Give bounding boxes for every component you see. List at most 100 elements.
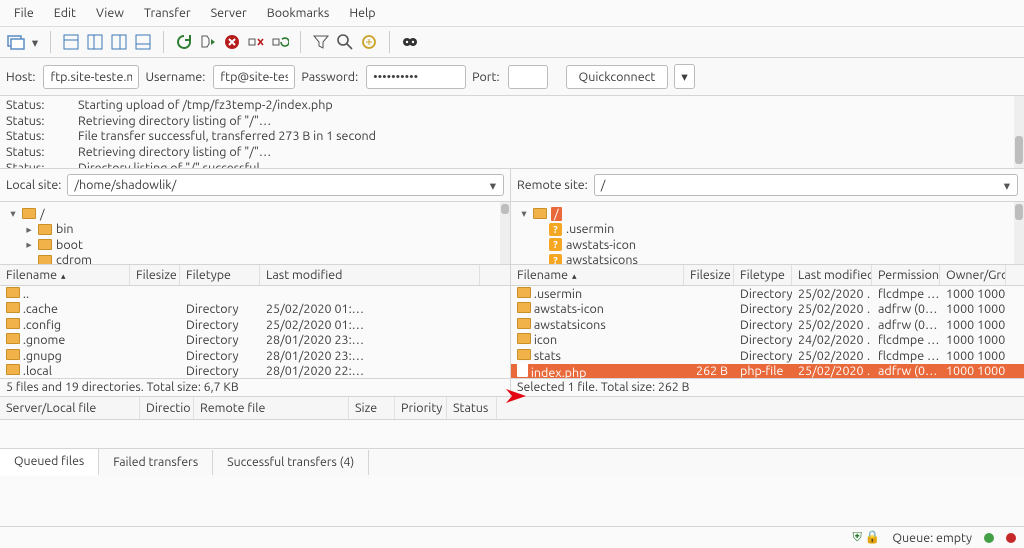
remote-tree-scrollbar[interactable] [1014,202,1024,264]
reconnect-icon[interactable] [270,32,290,52]
username-input[interactable] [213,65,295,89]
remote-status: Selected 1 file. Total size: 262 B [511,378,1024,396]
log-line: Status:Retrieving directory listing of "… [6,114,1018,130]
queue-head: Server/Local fileDirectioRemote fileSize… [0,397,1024,420]
col-filetype[interactable]: Filetype [180,265,260,285]
log-pane: Status:Starting upload of /tmp/fz3temp-2… [0,96,1024,169]
tree-row[interactable]: ?.usermin [519,222,1018,238]
log-scrollbar[interactable] [1014,96,1024,168]
local-status: 5 files and 19 directories. Total size: … [0,378,510,396]
queue-col[interactable]: Directio [140,397,194,419]
refresh-icon[interactable] [174,32,194,52]
table-row[interactable]: .gnomeDirectory28/01/2020 23:… [0,333,510,349]
menu-transfer[interactable]: Transfer [134,2,201,24]
queue-col[interactable]: Size [349,397,395,419]
quickconnect-bar: Host: Username: Password: Port: Quickcon… [0,58,1024,96]
menu-bookmarks[interactable]: Bookmarks [257,2,340,24]
table-row[interactable]: .configDirectory25/02/2020 01:… [0,317,510,333]
remote-tree[interactable]: ▾/?.usermin?awstats-icon?awstatsicons [511,202,1024,264]
local-pane: Local site: /home/shadowlik/ ▾/▸bin▸boot… [0,169,511,396]
table-row[interactable]: .cacheDirectory25/02/2020 01:… [0,302,510,318]
queue-tabs: Queued filesFailed transfersSuccessful t… [0,448,1024,475]
remote-pane: Remote site: / ▾/?.usermin?awstats-icon?… [511,169,1024,396]
port-input[interactable] [508,65,548,89]
tree-row[interactable]: cdrom [8,253,504,265]
col-filesize[interactable]: Filesize [684,265,734,285]
tree-row[interactable]: ?awstatsicons [519,253,1018,265]
table-row[interactable]: index.php262 Bphp-file25/02/2020 …adfrw … [511,364,1024,379]
table-row[interactable]: .userminDirectory25/02/2020 …flcdmpe …10… [511,286,1024,302]
menu-help[interactable]: Help [339,2,385,24]
queue-col[interactable]: Priority [395,397,447,419]
menu-file[interactable]: File [4,2,44,24]
table-row[interactable]: awstats-iconDirectory25/02/2020 …adfrw (… [511,302,1024,318]
tree-row[interactable]: ▾/ [519,206,1018,222]
table-row[interactable]: .. [0,286,510,302]
queue-status: Queue: empty [892,531,972,545]
port-label: Port: [472,70,501,84]
tree-row[interactable]: ▾/ [8,206,504,222]
menu-view[interactable]: View [86,2,134,24]
disconnect-icon[interactable] [246,32,266,52]
col-filesize[interactable]: Filesize [130,265,180,285]
toggle-remote-tree-icon[interactable] [109,32,129,52]
toggle-log-icon[interactable] [61,32,81,52]
queue-col[interactable]: Status [447,397,497,419]
col-filename[interactable]: Filename [0,265,130,285]
local-path-combo[interactable]: /home/shadowlik/ [67,174,504,196]
remote-path-combo[interactable]: / [594,174,1018,196]
pass-label: Password: [301,70,360,84]
remote-file-list[interactable]: FilenameFilesizeFiletypeLast modifiedPer… [511,265,1024,378]
cancel-icon[interactable] [222,32,242,52]
local-path-label: Local site: [6,178,61,192]
toggle-queue-icon[interactable] [133,32,153,52]
col-last-modified[interactable]: Last modified [260,265,480,285]
table-row[interactable]: statsDirectory25/02/2020 …flcdmpe …1000 … [511,348,1024,364]
menu-edit[interactable]: Edit [44,2,86,24]
tab[interactable]: Successful transfers (4) [213,450,369,475]
quickconnect-dropdown[interactable]: ▾ [674,64,694,89]
process-queue-icon[interactable] [198,32,218,52]
host-label: Host: [6,70,37,84]
local-file-list[interactable]: FilenameFilesizeFiletypeLast modified ..… [0,265,510,378]
compare-icon[interactable] [359,32,379,52]
quickconnect-button[interactable]: Quickconnect [566,65,669,89]
col-filetype[interactable]: Filetype [734,265,792,285]
menu-server[interactable]: Server [201,2,257,24]
tree-row[interactable]: ▸bin [8,222,504,238]
local-tree-scrollbar[interactable] [500,202,510,264]
table-row[interactable]: iconDirectory24/02/2020 …flcdmpe …1000 1… [511,333,1024,349]
encryption-icon: ⛨ 🔒 [853,530,881,545]
tree-row[interactable]: ▸boot [8,237,504,253]
site-manager-icon[interactable] [6,32,26,52]
col-owner-gro[interactable]: Owner/Gro [940,265,1006,285]
log-line: Status:Starting upload of /tmp/fz3temp-2… [6,98,1018,114]
queue-pane: Server/Local fileDirectioRemote fileSize… [0,397,1024,475]
queue-col[interactable]: Server/Local file [0,397,140,419]
site-manager-dropdown-icon[interactable]: ▾ [30,32,40,52]
local-tree[interactable]: ▾/▸bin▸bootcdrom [0,202,510,264]
host-input[interactable] [43,65,139,89]
log-line: Status:Retrieving directory listing of "… [6,145,1018,161]
tab[interactable]: Queued files [0,449,99,476]
user-label: Username: [145,70,207,84]
tab[interactable]: Failed transfers [99,450,213,475]
col-permission[interactable]: Permission [872,265,940,285]
table-row[interactable]: .localDirectory28/01/2020 22:… [0,364,510,379]
search-icon[interactable] [335,32,355,52]
toolbar: ▾ [0,27,1024,58]
tree-row[interactable]: ?awstats-icon [519,237,1018,253]
queue-col[interactable]: Remote file [194,397,349,419]
password-input[interactable] [366,65,466,89]
log-line: Status:Directory listing of "/" successf… [6,161,1018,170]
col-filename[interactable]: Filename [511,265,684,285]
table-row[interactable]: .gnupgDirectory28/01/2020 23:… [0,348,510,364]
footer-bar: ⛨ 🔒 Queue: empty [0,526,1024,548]
toggle-local-tree-icon[interactable] [85,32,105,52]
log-line: Status:File transfer successful, transfe… [6,129,1018,145]
col-last-modified[interactable]: Last modified [792,265,872,285]
find-icon[interactable] [400,32,420,52]
table-row[interactable]: awstatsiconsDirectory25/02/2020 …adfrw (… [511,317,1024,333]
filter-icon[interactable] [311,32,331,52]
remote-path-label: Remote site: [517,178,588,192]
